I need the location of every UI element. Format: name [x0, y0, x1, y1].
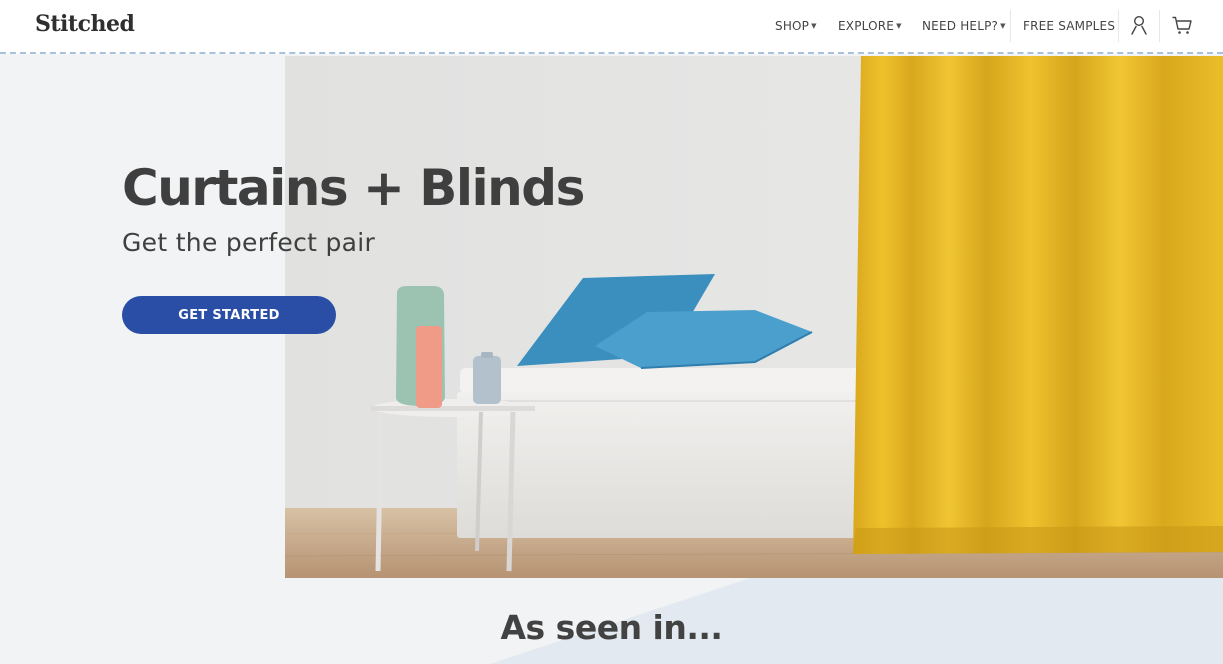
- chevron-down-icon: ▼: [896, 22, 902, 30]
- site-header: Stitched SHOP ▼ EXPLORE ▼ NEED HELP? ▼ FREE…: [0, 0, 1223, 54]
- chevron-down-icon: ▼: [811, 22, 817, 30]
- nav-need-help-label[interactable]: NEED HELP? ▼: [922, 19, 1006, 33]
- nav-need-help[interactable]: NEED HELP? ▼: [922, 0, 1006, 52]
- nav-free-samples[interactable]: FREE SAMPLES: [1023, 0, 1115, 52]
- nav-divider: [1159, 10, 1160, 42]
- nav-divider: [1010, 10, 1011, 42]
- nav-free-samples-label[interactable]: FREE SAMPLES: [1023, 19, 1115, 33]
- nav-explore[interactable]: EXPLORE ▼: [838, 0, 902, 52]
- nav-shop[interactable]: SHOP ▼: [775, 0, 817, 52]
- cart-icon[interactable]: [1171, 14, 1193, 36]
- hero-image: [285, 56, 1223, 578]
- hero-text: Curtains + Blinds Get the perfect pair: [122, 158, 585, 257]
- as-seen-in-title: As seen in...: [500, 608, 723, 647]
- site-logo[interactable]: Stitched: [35, 11, 135, 37]
- user-icon[interactable]: [1128, 14, 1150, 36]
- nav-explore-label[interactable]: EXPLORE ▼: [838, 19, 902, 33]
- nav-divider: [1118, 10, 1119, 42]
- get-started-button[interactable]: GET STARTED: [122, 296, 336, 334]
- hero-title: Curtains + Blinds: [122, 159, 585, 217]
- chevron-down-icon: ▼: [1000, 22, 1006, 30]
- hero-subtitle: Get the perfect pair: [122, 228, 376, 257]
- nav-shop-label[interactable]: SHOP ▼: [775, 19, 817, 33]
